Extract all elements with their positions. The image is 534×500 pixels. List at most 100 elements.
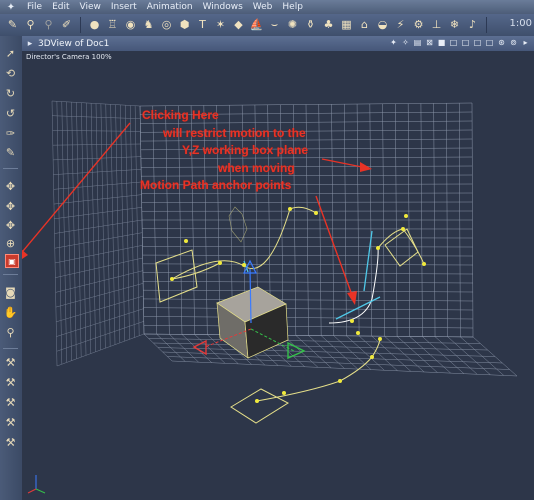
plant-icon[interactable]: ♣	[320, 16, 337, 33]
twist-icon[interactable]: ↻	[2, 85, 19, 102]
outline-box-icon[interactable]: □	[473, 37, 482, 48]
anchor-point[interactable]	[350, 319, 354, 323]
menu-windows[interactable]: Windows	[198, 0, 248, 14]
bowl-icon[interactable]: ◒	[374, 16, 391, 33]
menu-web[interactable]: Web	[248, 0, 278, 14]
grid-plane-icon[interactable]: ▦	[338, 16, 355, 33]
motion-path-5[interactable]	[377, 228, 404, 249]
3d-viewport[interactable]: Director's Camera 100%	[22, 51, 534, 500]
menu-animation[interactable]: Animation	[142, 0, 198, 14]
outline-box-icon[interactable]: □	[461, 37, 470, 48]
scroll-right-icon[interactable]: ▸	[521, 37, 530, 48]
anchor-point[interactable]	[338, 379, 342, 383]
key-icon[interactable]: ⚲	[22, 16, 39, 33]
trackball-icon[interactable]: ⊕	[2, 235, 19, 252]
arrow-select-icon[interactable]: ➚	[2, 45, 19, 62]
spin-icon[interactable]: ↺	[2, 105, 19, 122]
3d-scene[interactable]	[22, 51, 534, 500]
anchor-point[interactable]	[242, 263, 246, 267]
menu-insert[interactable]: Insert	[106, 0, 142, 14]
sphere-icon[interactable]: ●	[86, 16, 103, 33]
z-axis-arrow-icon[interactable]	[287, 341, 306, 360]
wand-icon[interactable]: ⚡	[392, 16, 409, 33]
guitar-icon[interactable]: ♪	[464, 16, 481, 33]
move-yz-icon[interactable]: ✥	[2, 217, 19, 234]
anchor-point[interactable]	[255, 399, 259, 403]
render-mode-icon[interactable]: ⊠	[425, 37, 434, 48]
zoom-icon[interactable]: ⚲	[2, 324, 19, 341]
taper-icon[interactable]: ⚒	[2, 394, 19, 411]
brush-icon[interactable]: ✑	[2, 125, 19, 142]
spin-view-icon[interactable]: ✦	[389, 37, 398, 48]
shear-icon[interactable]: ⚒	[2, 434, 19, 451]
menu-file[interactable]: File	[22, 0, 47, 14]
menu-view[interactable]: View	[75, 0, 106, 14]
render-preview-icon[interactable]: ⊚	[509, 37, 518, 48]
crystal-icon[interactable]: ✶	[212, 16, 229, 33]
scale-icon[interactable]: ⚒	[2, 414, 19, 431]
outline-box-icon[interactable]: □	[485, 37, 494, 48]
deform-icon[interactable]: ⬢	[176, 16, 193, 33]
gear-icon[interactable]: ⚙	[410, 16, 427, 33]
pinwheel-icon[interactable]: ✺	[284, 16, 301, 33]
anchor-point[interactable]	[170, 277, 174, 281]
motion-path-3[interactable]	[289, 206, 317, 214]
anchor-points[interactable]	[170, 207, 426, 403]
disabled-tool-icon[interactable]: ⚲	[40, 16, 57, 33]
close-view-icon[interactable]: ▸	[22, 39, 38, 49]
fill-white-icon[interactable]: ■	[437, 37, 446, 48]
anchor-point[interactable]	[404, 214, 408, 218]
motion-path-4[interactable]	[328, 247, 379, 324]
anchor-point[interactable]	[314, 211, 318, 215]
anchor-point[interactable]	[218, 261, 222, 265]
move-xy-icon[interactable]: ✥	[2, 178, 19, 195]
light-icon[interactable]: ✧	[401, 37, 410, 48]
anchor-point[interactable]	[356, 331, 360, 335]
annotation-arrowhead-icon	[347, 291, 357, 305]
house-icon[interactable]: ⌂	[356, 16, 373, 33]
warp-icon[interactable]: ✎	[2, 144, 19, 161]
working-box-left-wall	[51, 100, 145, 367]
anchor-point[interactable]	[282, 391, 286, 395]
outline-box-icon[interactable]: □	[449, 37, 458, 48]
tangent-handle[interactable]	[363, 230, 373, 292]
lamp-icon[interactable]: ♖	[104, 16, 121, 33]
cup-icon[interactable]: ⌣	[266, 16, 283, 33]
boat-icon[interactable]: ⛵	[248, 16, 265, 33]
bend-icon[interactable]: ⚒	[2, 374, 19, 391]
menu-edit[interactable]: Edit	[47, 0, 74, 14]
display-options-icon[interactable]: ▤	[413, 37, 422, 48]
anchor-square-floor[interactable]	[230, 388, 290, 424]
rotate-icon[interactable]: ⟲	[2, 65, 19, 82]
text-icon[interactable]: T	[194, 16, 211, 33]
figure-icon[interactable]: ♞	[140, 16, 157, 33]
app-logo-icon[interactable]: ✦	[0, 0, 22, 14]
anchor-point[interactable]	[376, 246, 380, 250]
restrict-yz-plane-button[interactable]: ▣	[5, 254, 19, 268]
main-toolbar: ✎ ⚲ ⚲ ✐ ● ♖ ◉ ♞ ◎ ⬢ T ✶ ◆ ⛵ ⌣ ✺ ⚱ ♣ ▦ ⌂ …	[0, 14, 534, 37]
hierarchy-icon[interactable]: ⊥	[428, 16, 445, 33]
x-axis-arrow-icon[interactable]	[192, 339, 207, 356]
anchor-square-right[interactable]	[384, 228, 419, 267]
anchor-point[interactable]	[288, 207, 292, 211]
ring-icon[interactable]: ◎	[158, 16, 175, 33]
camera-icon[interactable]: ◙	[2, 284, 19, 301]
diamond-icon[interactable]: ◆	[230, 16, 247, 33]
anchor-point[interactable]	[184, 239, 188, 243]
anchor-point[interactable]	[401, 227, 405, 231]
bone-icon[interactable]: ⚒	[2, 354, 19, 371]
camera-settings-icon[interactable]: ⊛	[497, 37, 506, 48]
vase-icon[interactable]: ⚱	[302, 16, 319, 33]
motion-path-6[interactable]	[402, 228, 425, 265]
pen-icon[interactable]: ✎	[4, 16, 21, 33]
selected-cube[interactable]	[216, 286, 289, 359]
anchor-point[interactable]	[370, 355, 374, 359]
cylinder-icon[interactable]: ◉	[122, 16, 139, 33]
snowflake-icon[interactable]: ❄	[446, 16, 463, 33]
menu-help[interactable]: Help	[277, 0, 308, 14]
brush-tool-icon[interactable]: ✐	[58, 16, 75, 33]
anchor-point[interactable]	[422, 262, 426, 266]
hand-icon[interactable]: ✋	[2, 304, 19, 321]
anchor-point[interactable]	[378, 337, 382, 341]
move-xz-icon[interactable]: ✥	[2, 198, 19, 215]
